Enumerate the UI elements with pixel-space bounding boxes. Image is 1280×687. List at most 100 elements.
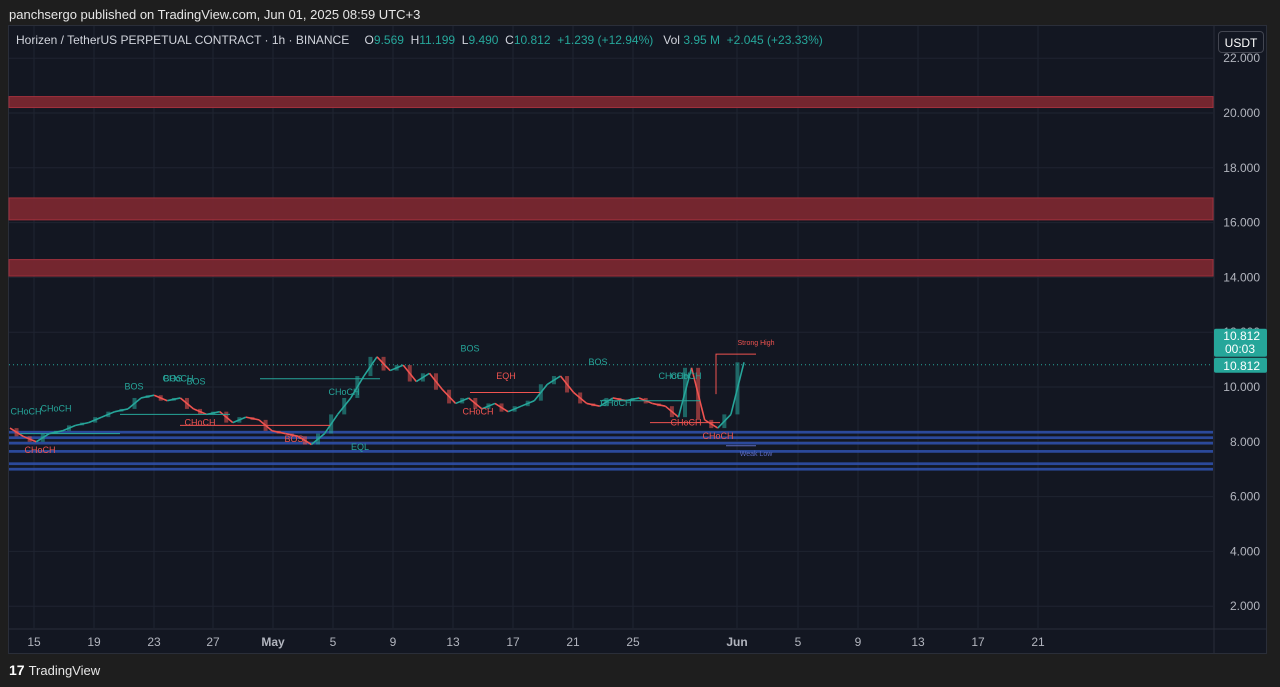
x-tick-label: 13 bbox=[911, 635, 925, 649]
x-tick-label: 13 bbox=[446, 635, 460, 649]
candle bbox=[14, 428, 19, 437]
candle bbox=[171, 397, 176, 401]
candle bbox=[460, 397, 465, 404]
x-tick-label: 17 bbox=[506, 635, 520, 649]
structure-label: CHoCH bbox=[670, 371, 701, 381]
high-label: H bbox=[410, 33, 420, 47]
candle bbox=[433, 373, 438, 390]
symbol-title[interactable]: Horizen / TetherUS PERPETUAL CONTRACT · … bbox=[16, 33, 349, 47]
close-label: C bbox=[505, 33, 514, 47]
structure-label: CHoCH bbox=[40, 404, 71, 414]
x-tick-label: 5 bbox=[795, 635, 802, 649]
candle bbox=[224, 411, 229, 423]
candle bbox=[735, 362, 740, 415]
candle bbox=[722, 414, 727, 429]
countdown-label: 00:03 bbox=[1225, 342, 1255, 356]
currency-button[interactable]: USDT bbox=[1218, 31, 1264, 53]
open-value: 9.569 bbox=[373, 33, 404, 47]
last-price-label-2: 10.812 bbox=[1223, 359, 1260, 373]
y-tick-label: 16.000 bbox=[1223, 216, 1260, 230]
volume-change: +2.045 (+23.33%) bbox=[726, 33, 823, 47]
high-value: 11.199 bbox=[419, 33, 456, 47]
x-tick-label: 25 bbox=[626, 635, 640, 649]
demand-zone bbox=[9, 467, 1213, 471]
candle bbox=[368, 356, 373, 377]
volume-label: Vol bbox=[663, 33, 680, 47]
candle bbox=[551, 376, 556, 385]
x-tick-label: 9 bbox=[855, 635, 862, 649]
low-value: 9.490 bbox=[468, 33, 499, 47]
candle bbox=[198, 408, 203, 415]
candle bbox=[591, 403, 596, 407]
candle bbox=[420, 373, 425, 382]
candle bbox=[407, 365, 412, 382]
structure-label: CHoCH bbox=[462, 406, 493, 416]
structure-label: CHoCH bbox=[600, 398, 631, 408]
y-tick-label: 10.000 bbox=[1223, 380, 1260, 394]
y-tick-label: 20.000 bbox=[1223, 106, 1260, 120]
structure-label: CHoCH bbox=[702, 431, 733, 441]
demand-zone bbox=[9, 450, 1213, 453]
candle bbox=[80, 422, 85, 426]
candle bbox=[132, 397, 137, 409]
candle bbox=[512, 406, 517, 412]
demand-zone bbox=[9, 436, 1213, 440]
candle bbox=[158, 395, 163, 401]
candle bbox=[329, 414, 334, 434]
demand-zone bbox=[9, 462, 1213, 466]
tradingview-logo[interactable]: 17 TradingView bbox=[9, 662, 100, 678]
close-value: 10.812 bbox=[513, 33, 551, 47]
y-tick-label: 8.000 bbox=[1230, 435, 1260, 449]
candle bbox=[119, 408, 124, 412]
candle bbox=[250, 417, 255, 420]
grid-lines bbox=[9, 26, 1266, 653]
candle bbox=[316, 433, 321, 445]
structure-label: CHoCH bbox=[184, 417, 215, 427]
price-chart[interactable]: CHoCHCHoCHCHoCHBOSBOSCHoCHBOSCHoCHBOSCHo… bbox=[0, 0, 1280, 687]
structure-label: CHoCH bbox=[10, 406, 41, 416]
supply-zone bbox=[8, 96, 1214, 109]
candle bbox=[145, 395, 150, 398]
structure-label: BOS bbox=[186, 376, 205, 386]
x-tick-label: 21 bbox=[1031, 635, 1045, 649]
x-tick-label: May bbox=[261, 635, 285, 649]
x-tick-label: 21 bbox=[566, 635, 580, 649]
candle bbox=[93, 417, 98, 423]
candle bbox=[381, 356, 386, 371]
tradingview-brand: TradingView bbox=[28, 662, 101, 678]
candle bbox=[447, 389, 452, 404]
x-tick-label: 27 bbox=[206, 635, 220, 649]
demand-zone bbox=[9, 430, 1213, 434]
weak-low-label: Weak Low bbox=[740, 451, 773, 458]
supply-zone bbox=[8, 259, 1214, 277]
structure-label: BOS bbox=[124, 382, 143, 392]
candle bbox=[499, 403, 504, 412]
structure-label: CHoCH bbox=[328, 387, 359, 397]
candle bbox=[578, 392, 583, 404]
structure-label: EQL bbox=[351, 442, 369, 452]
x-tick-label: Jun bbox=[726, 635, 747, 649]
candle bbox=[342, 397, 347, 415]
x-tick-label: 17 bbox=[971, 635, 985, 649]
candle bbox=[669, 406, 674, 418]
candle bbox=[525, 400, 530, 407]
candle bbox=[565, 376, 570, 393]
y-tick-label: 4.000 bbox=[1230, 544, 1260, 558]
volume-value: 3.95 M bbox=[683, 33, 720, 47]
x-tick-label: 5 bbox=[330, 635, 337, 649]
tradingview-mark-icon: 17 bbox=[9, 662, 25, 678]
supply-zone bbox=[8, 197, 1214, 221]
y-tick-label: 14.000 bbox=[1223, 270, 1260, 284]
y-tick-label: 2.000 bbox=[1230, 599, 1260, 613]
open-label: O bbox=[364, 33, 374, 47]
x-tick-label: 9 bbox=[390, 635, 397, 649]
candle bbox=[106, 411, 111, 418]
demand-zone bbox=[9, 441, 1213, 445]
last-price-label: 10.812 bbox=[1223, 329, 1260, 343]
structure-label: EQH bbox=[496, 371, 516, 381]
candle bbox=[656, 403, 661, 407]
candle bbox=[237, 417, 242, 423]
x-axis: 15 19 23 27 May 5 9 13 17 21 25 Jun 5 9 13 17 21 bbox=[27, 635, 1045, 649]
candle bbox=[66, 425, 71, 431]
x-tick-label: 19 bbox=[87, 635, 101, 649]
